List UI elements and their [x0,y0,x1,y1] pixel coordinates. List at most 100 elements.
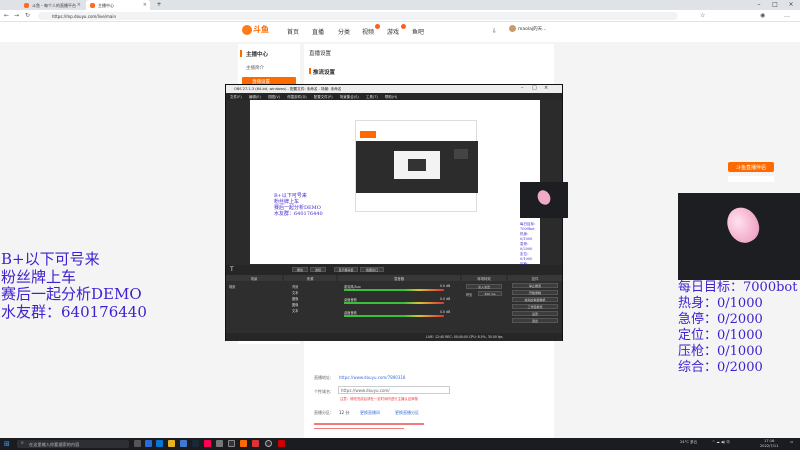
app-icon[interactable] [252,440,259,447]
app-icon[interactable] [278,440,285,447]
menu-docks[interactable]: 停靠部件(D) [287,95,306,99]
nav-category[interactable]: 分类 [338,27,350,36]
sidebar-item-intro[interactable]: 主播简介 [246,65,264,71]
menu-help[interactable]: 帮助(H) [385,95,397,99]
forward-icon[interactable]: → [14,12,19,19]
obs-app-icon[interactable] [265,440,272,447]
overlay-line: 水友群：640176440 [274,211,323,217]
assistant-badge-label: 斗鱼直播伴侣 [728,162,774,172]
obs-maximize-icon[interactable]: □ [532,85,537,91]
goal-line: 定位：0/1000 [678,328,763,343]
obs-preview[interactable]: B+以下可号来 粉丝牌上车 赛后一起分析DEMO 水友群：640176440 每… [250,100,568,281]
nav-home[interactable]: 首页 [287,27,299,36]
app-icon[interactable] [228,440,235,447]
steam-icon[interactable] [192,440,199,447]
task-view-icon[interactable] [134,440,141,447]
maximize-icon[interactable]: □ [768,0,782,10]
more-icon[interactable]: … [784,12,790,19]
stop-streaming-button[interactable]: 停止推流 [512,283,558,288]
profile-icon[interactable]: ◉ [760,12,765,19]
url-text: https://mp.douyu.com/live/main [52,14,117,19]
overlay-line: 水友群：640176440 [1,302,147,321]
url-field[interactable]: https://mp.douyu.com/live/main [38,12,678,20]
edge-active-icon[interactable] [156,440,163,447]
overlay-line: B+以下可号来 [1,250,100,268]
overlay-line: 粉丝牌上车 [1,267,77,286]
volume-meter [344,315,444,317]
sidebar-accent [240,50,242,57]
source-item[interactable]: 文本 [292,290,298,295]
app-icon[interactable] [204,440,211,447]
tab-anchor-center[interactable]: 主播中心 × [86,0,150,10]
favorites-icon[interactable]: ☆ [700,12,705,19]
camera-overlay [678,193,800,280]
filters-button[interactable]: 滤镜 [310,267,326,272]
tray-icons[interactable]: ^ ☁ ◀) 中 [712,440,730,445]
start-recording-button[interactable]: 开始录制 [512,290,558,295]
properties-button[interactable]: 属性 [292,267,308,272]
overlay-line: 赛后一起分析DEMO [1,285,142,303]
display-capture-button[interactable]: 显示器采集 [334,267,358,272]
nav-live[interactable]: 直播 [312,27,324,36]
menu-tools[interactable]: 工具(T) [366,95,378,99]
source-item[interactable]: 文本 [292,308,298,313]
warning-text: 注意：修改完成后请在一定时间内进行主播认证审核 [340,397,418,401]
refresh-icon[interactable]: ↻ [25,12,30,19]
user-menu[interactable]: maolaj的天... [509,25,546,32]
edge-icon[interactable] [145,440,152,447]
notification-icon[interactable]: ▭ [790,440,793,444]
mouse-image [721,202,765,248]
mixer-panel-header: 混音器 [338,275,460,281]
douyu-logo[interactable]: 斗鱼 [242,24,276,38]
minimize-icon[interactable]: – [752,0,766,10]
exit-button[interactable]: 退出 [512,318,558,323]
close-window-icon[interactable]: × [784,0,798,10]
source-item[interactable]: 图像 [292,296,298,301]
change-room-link[interactable]: 更换直播间 [360,410,380,416]
change-category-link[interactable]: 更换直播分区 [395,410,419,416]
douyu-favicon-icon [24,3,29,8]
weather-text[interactable]: 24°C 多云 [680,440,697,445]
live-url-link[interactable]: https://www.douyu.com/7890318 [339,375,405,380]
nav-video[interactable]: 视频 [362,27,374,36]
menu-profile[interactable]: 配置文件(P) [314,95,333,99]
goal-line: 定位：0/1000 [520,252,533,261]
nav-game[interactable]: 游戏 [387,27,399,36]
section-accent [309,68,311,74]
menu-view[interactable]: 视图(V) [268,95,280,99]
taskbar-search[interactable]: 在这里输入你要搜索的内容 [17,440,129,448]
download-icon[interactable]: ⇩ [492,28,497,35]
obs-source-toolbar: T 属性 滤镜 显示器采集 截图窗口 [226,265,562,275]
store-icon[interactable] [180,440,187,447]
search-placeholder: 在这里输入你要搜索的内容 [29,442,80,447]
custom-domain-input[interactable]: https://www.douyu.com/ [338,386,450,394]
virtual-camera-button[interactable]: 启动虚拟摄像机 [512,297,558,302]
goal-line: 综合：0/2000 [678,360,763,375]
studio-mode-button[interactable]: 工作室模式 [512,304,558,309]
scene-item[interactable]: 场景 [229,284,235,289]
menu-file[interactable]: 文件(F) [230,95,242,99]
tab-douyu-home[interactable]: 斗鱼 - 每个人的直播平台 × [20,0,84,10]
menu-scene-collection[interactable]: 场景集合(S) [340,95,359,99]
duration-input[interactable]: 300 ms [478,291,502,296]
close-tab-icon[interactable]: × [143,2,147,8]
douyu-app-icon[interactable] [240,440,247,447]
close-tab-icon[interactable]: × [77,2,81,8]
settings-button[interactable]: 设置 [512,311,558,316]
obs-minimize-icon[interactable]: – [521,85,524,91]
transition-select[interactable]: 淡入淡出 [466,284,502,289]
back-icon[interactable]: ← [4,12,9,19]
source-item[interactable]: 图像 [292,302,298,307]
window-capture-button[interactable]: 截图窗口 [360,267,384,272]
nested-preview-inner [408,159,426,171]
new-tab-icon[interactable]: + [152,0,166,10]
obs-close-icon[interactable]: × [544,85,548,91]
clock[interactable]: 17:16 2022/7/11 [760,439,778,448]
mouse-image [535,188,553,207]
source-item[interactable]: 背景 [292,284,298,289]
file-explorer-icon[interactable] [168,440,175,447]
menu-edit[interactable]: 编辑(E) [249,95,261,99]
app-icon[interactable] [216,440,223,447]
nav-fishbar[interactable]: 鱼吧 [412,27,424,36]
windows-start-icon[interactable]: ⊞ [4,440,10,448]
